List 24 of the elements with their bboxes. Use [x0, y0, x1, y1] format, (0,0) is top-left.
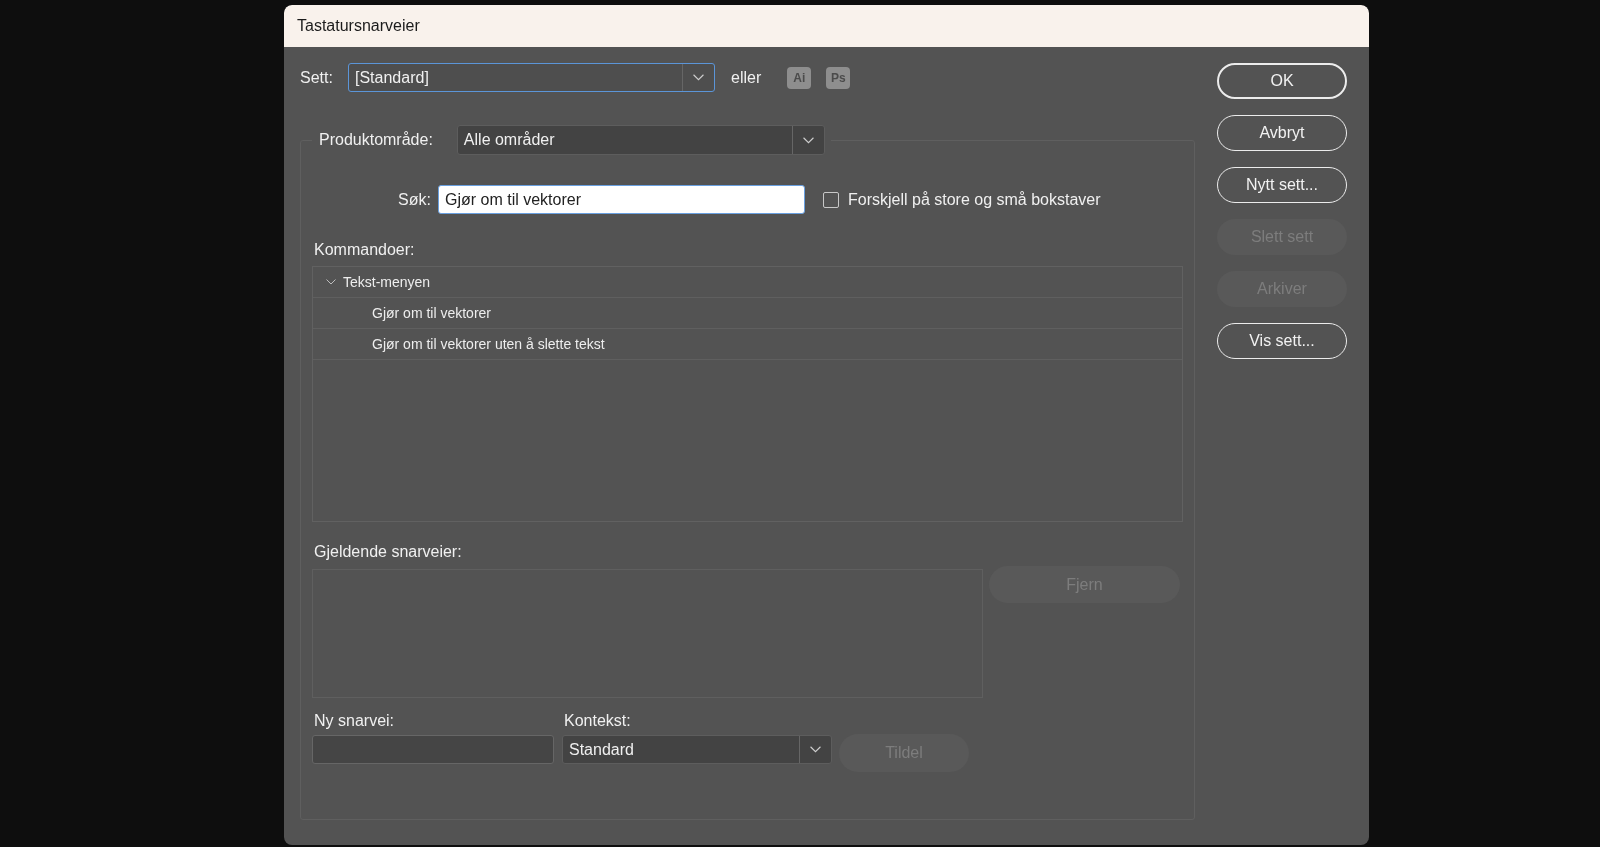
chevron-down-icon — [802, 136, 814, 144]
dialog-button[interactable]: OK — [1217, 63, 1347, 99]
chevron-down-icon — [693, 74, 704, 81]
checkbox[interactable] — [823, 191, 839, 208]
search-field[interactable]: Gjør om til vektorer — [438, 185, 805, 214]
tree-item-row[interactable]: Gjør om til vektorer — [313, 298, 1182, 329]
tree-item-row[interactable]: Gjør om til vektorer uten å slette tekst — [313, 329, 1182, 360]
or-label: eller — [731, 68, 762, 87]
shortcut-input-field[interactable] — [312, 735, 554, 764]
tree-group-row[interactable]: Tekst-menyen — [313, 267, 1182, 298]
set-label: Sett: — [300, 68, 334, 87]
search-label: Søk: — [398, 190, 431, 209]
window-title: Tastatursnarveier — [297, 17, 420, 35]
current-shortcuts-label: Gjeldende snarveier: — [314, 543, 462, 561]
chevron-down-icon — [810, 746, 821, 753]
set-dropdown[interactable]: [Standard] — [348, 63, 715, 92]
product-area-label: Produktområde: — [319, 131, 433, 149]
chevron-down-icon[interactable] — [326, 277, 336, 287]
context-dropdown[interactable]: Standard — [562, 735, 832, 764]
checkbox-label[interactable]: Forskjell på store og små bokstaver — [848, 190, 1101, 209]
product-area-dropdown[interactable]: Alle områder — [456, 125, 825, 155]
commands-label: Kommandoer: — [314, 241, 415, 259]
context-label: Kontekst: — [564, 712, 631, 730]
new-shortcut-label: Ny snarvei: — [314, 712, 395, 730]
